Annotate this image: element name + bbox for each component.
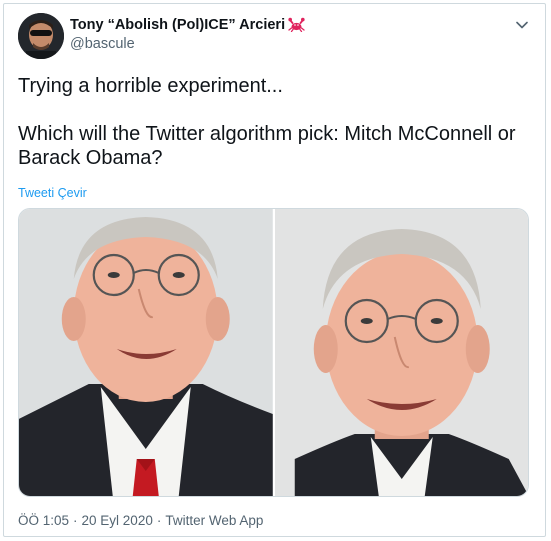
crab-icon — [288, 17, 305, 36]
meta-separator: · — [73, 513, 78, 528]
author-handle[interactable]: @bascule — [70, 36, 135, 52]
tweet-date[interactable]: 20 Eyl 2020 — [82, 513, 153, 528]
author-name-text: Tony “Abolish (Pol)ICE” Arcieri — [70, 17, 286, 33]
chevron-down-icon — [516, 16, 528, 34]
tweet-photo-1[interactable] — [19, 209, 273, 496]
translate-tweet-link[interactable]: Tweeti Çevir — [18, 186, 87, 200]
meta-separator: · — [156, 513, 162, 528]
tweet-time[interactable]: ÖÖ 1:05 — [18, 513, 69, 528]
avatar[interactable] — [18, 13, 64, 59]
tweet-media — [18, 208, 529, 497]
tweet-timestamp: ÖÖ 1:05 · 20 Eyl 2020 · Twitter Web App — [18, 513, 263, 528]
tweet-photo-2[interactable] — [274, 209, 528, 496]
tweet-text: Trying a horrible experiment... Which wi… — [18, 75, 516, 169]
author-name[interactable]: Tony “Abolish (Pol)ICE” Arcieri — [70, 17, 305, 36]
tweet-card: Tony “Abolish (Pol)ICE” Arcieri @bascule… — [3, 3, 546, 537]
tweet-source[interactable]: Twitter Web App — [165, 513, 263, 528]
more-options-button[interactable] — [513, 16, 531, 34]
